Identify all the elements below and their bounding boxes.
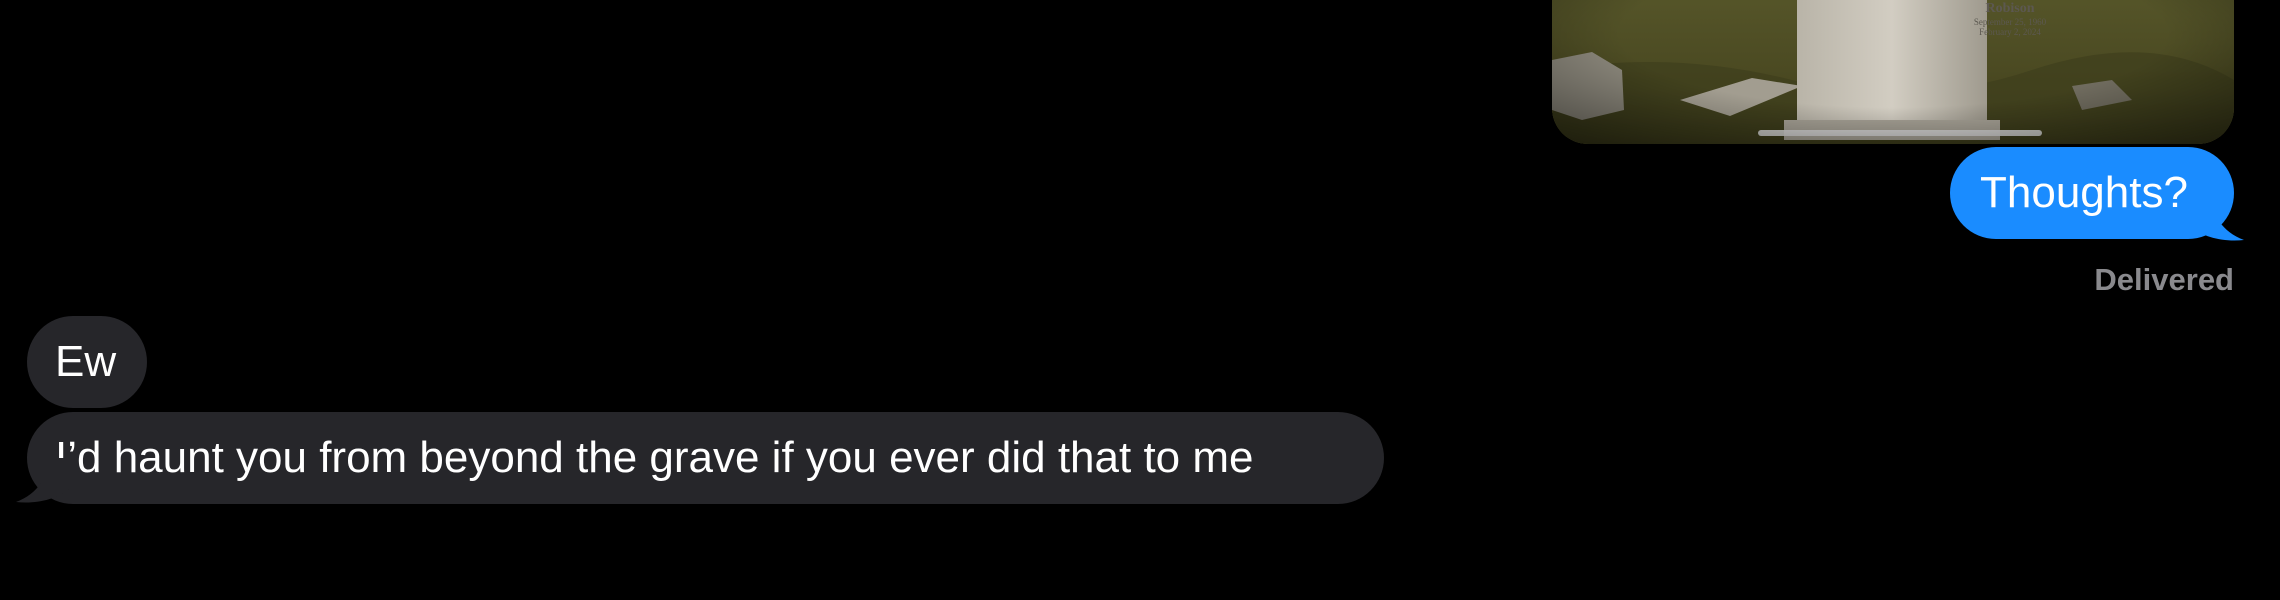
gravestone-icon [1552,0,2234,144]
message-text: Thoughts? [1980,168,2188,217]
engraving-date-1: September 25, 1960 [1973,17,2047,27]
gravestone-photo-attachment[interactable]: Robison September 25, 1960 February 2, 2… [1552,0,2234,144]
incoming-bubble-tail [16,458,70,503]
message-text: I’d haunt you from beyond the grave if y… [55,433,1254,482]
outgoing-bubble-tail [2190,196,2244,241]
message-text: Ew [55,337,117,386]
incoming-message-bubble[interactable]: I’d haunt you from beyond the grave if y… [27,412,1384,504]
engraving-name: Robison [1985,1,2035,16]
incoming-message-bubble[interactable]: Ew [27,316,147,408]
engraving-date-2: February 2, 2024 [1979,27,2041,37]
delivery-status: Delivered [2094,262,2234,297]
